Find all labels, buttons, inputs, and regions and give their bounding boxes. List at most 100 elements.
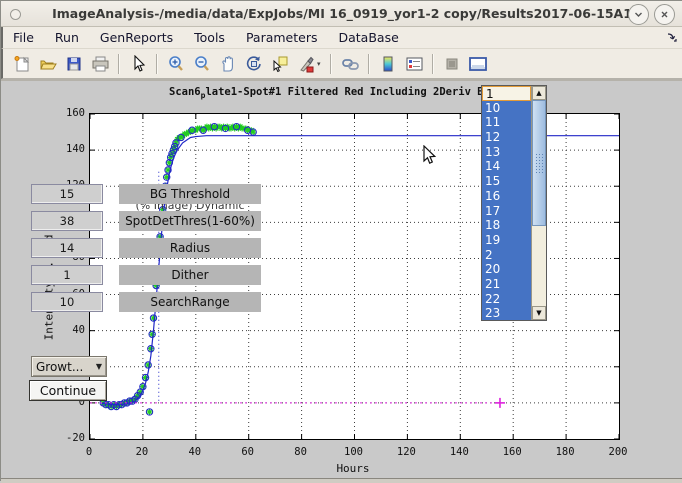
dropdown-item[interactable]: 11 bbox=[482, 115, 531, 130]
bg-threshold-input[interactable]: 15 bbox=[31, 184, 103, 204]
dropdown-item[interactable]: 12 bbox=[482, 130, 531, 145]
menu-item-parameters[interactable]: Parameters bbox=[246, 30, 318, 45]
x-tick-label: 80 bbox=[288, 446, 314, 458]
title-bar: ImageAnalysis-/media/data/ExpJobs/MI 16_… bbox=[1, 1, 682, 27]
zoom-in-button[interactable] bbox=[165, 53, 187, 75]
rotate-3d-button[interactable] bbox=[243, 53, 265, 75]
show-plot-tools-icon bbox=[468, 55, 488, 73]
insert-legend-button[interactable] bbox=[403, 53, 425, 75]
x-tick-label: 180 bbox=[552, 446, 578, 458]
y-tick-label: -20 bbox=[48, 432, 85, 444]
window-title: ImageAnalysis-/media/data/ExpJobs/MI 16_… bbox=[1, 6, 682, 21]
mouse-cursor bbox=[423, 145, 437, 165]
zoom-out-icon bbox=[193, 55, 211, 73]
app-window: ImageAnalysis-/media/data/ExpJobs/MI 16_… bbox=[0, 0, 682, 481]
new-file-button[interactable] bbox=[11, 53, 33, 75]
spotdetthres-1-60-label: SpotDetThres(1-60%) bbox=[119, 211, 261, 231]
dropdown-item[interactable]: 17 bbox=[482, 204, 531, 219]
bg-threshold-label: BG Threshold bbox=[119, 184, 261, 204]
searchrange-label: SearchRange bbox=[119, 292, 261, 312]
data-cursor-button[interactable] bbox=[269, 53, 291, 75]
dropdown-item[interactable]: 20 bbox=[482, 262, 531, 277]
spotdetthres-1-60-input[interactable]: 38 bbox=[31, 211, 103, 231]
zoom-in-icon bbox=[167, 55, 185, 73]
legend-icon bbox=[405, 55, 424, 73]
figure-area: Scan6plate1-Spot#1 Filtered Red Includin… bbox=[1, 81, 682, 478]
dropdown-item[interactable]: 14 bbox=[482, 159, 531, 174]
dropdown-item[interactable]: 19 bbox=[482, 233, 531, 248]
edit-plot-button[interactable] bbox=[127, 53, 149, 75]
save-button[interactable] bbox=[63, 53, 85, 75]
dropdown-item[interactable]: 1 bbox=[482, 86, 531, 101]
menu-bar: File Run GenReports Tools Parameters DataBase bbox=[1, 27, 682, 49]
dropdown-item[interactable]: 16 bbox=[482, 189, 531, 204]
brush-icon bbox=[298, 55, 314, 73]
zoom-out-button[interactable] bbox=[191, 53, 213, 75]
growth-dropdown-label: Growt... bbox=[36, 360, 83, 374]
window-close-button[interactable] bbox=[654, 4, 675, 25]
y-tick-label: 160 bbox=[48, 107, 85, 119]
hide-plot-tools-icon bbox=[443, 55, 461, 73]
open-file-button[interactable] bbox=[37, 53, 59, 75]
open-folder-icon bbox=[39, 55, 58, 73]
dropdown-item[interactable]: 13 bbox=[482, 145, 531, 160]
link-plots-button[interactable] bbox=[339, 53, 361, 75]
insert-colorbar-button[interactable] bbox=[377, 53, 399, 75]
dropdown-item[interactable]: 2 bbox=[482, 248, 531, 263]
dropdown-item[interactable]: 10 bbox=[482, 101, 531, 116]
listbox-scrollbar[interactable]: ▲ ▼ bbox=[531, 86, 546, 320]
menu-item-database[interactable]: DataBase bbox=[338, 30, 398, 45]
x-tick-label: 100 bbox=[341, 446, 367, 458]
toolbar-separator bbox=[118, 54, 120, 74]
save-icon bbox=[65, 55, 83, 73]
toolbar-separator bbox=[368, 54, 370, 74]
dither-label: Dither bbox=[119, 265, 261, 285]
link-icon bbox=[341, 55, 360, 73]
dropdown-item[interactable]: 22 bbox=[482, 292, 531, 307]
x-tick-label: 20 bbox=[129, 446, 155, 458]
menu-item-file[interactable]: File bbox=[13, 30, 34, 45]
close-icon bbox=[659, 9, 670, 20]
toolbar-separator bbox=[330, 54, 332, 74]
pan-button[interactable] bbox=[217, 53, 239, 75]
dither-input[interactable]: 1 bbox=[31, 265, 103, 285]
toolbar: ▾ bbox=[1, 49, 682, 79]
x-tick-label: 120 bbox=[393, 446, 419, 458]
toolbar-separator bbox=[432, 54, 434, 74]
new-file-icon bbox=[13, 55, 31, 73]
menu-item-run[interactable]: Run bbox=[55, 30, 79, 45]
scrollbar-down-button[interactable]: ▼ bbox=[532, 306, 546, 320]
radius-input[interactable]: 14 bbox=[31, 238, 103, 258]
continue-button[interactable]: Continue bbox=[29, 380, 107, 401]
window-shade-button[interactable] bbox=[628, 4, 649, 25]
scrollbar-thumb[interactable] bbox=[532, 100, 546, 226]
printer-icon bbox=[91, 55, 110, 73]
scrollbar-up-button[interactable]: ▲ bbox=[532, 86, 546, 100]
hide-plot-tools-button[interactable] bbox=[441, 53, 463, 75]
menu-item-genreports[interactable]: GenReports bbox=[100, 30, 173, 45]
dropdown-item[interactable]: 23 bbox=[482, 306, 531, 320]
listbox-items: 110111213141516171819220212223 bbox=[482, 86, 531, 320]
searchrange-input[interactable]: 10 bbox=[31, 292, 103, 312]
dropdown-item[interactable]: 18 bbox=[482, 218, 531, 233]
x-tick-label: 40 bbox=[182, 446, 208, 458]
dropdown-item[interactable]: 21 bbox=[482, 277, 531, 292]
dock-icon[interactable] bbox=[667, 32, 677, 42]
cursor-arrow-icon bbox=[130, 55, 146, 73]
hand-icon bbox=[219, 55, 237, 73]
dropdown-item[interactable]: 15 bbox=[482, 174, 531, 189]
menu-item-tools[interactable]: Tools bbox=[194, 30, 225, 45]
data-cursor-icon bbox=[271, 55, 289, 73]
brush-button[interactable] bbox=[295, 53, 317, 75]
scrollbar-grip bbox=[535, 153, 544, 175]
plot-title: Scan6plate1-Spot#1 Filtered Red Includin… bbox=[169, 86, 490, 100]
rotate-3d-icon bbox=[245, 55, 263, 73]
x-tick-label: 140 bbox=[446, 446, 472, 458]
window-icon bbox=[10, 9, 21, 20]
print-button[interactable] bbox=[89, 53, 111, 75]
spot-number-listbox: 110111213141516171819220212223 ▲ ▼ bbox=[481, 85, 547, 321]
chevron-down-icon bbox=[633, 9, 644, 20]
brush-dropdown-caret[interactable]: ▾ bbox=[317, 60, 325, 68]
growth-dropdown-button[interactable]: Growt... ▼ bbox=[31, 356, 107, 377]
show-plot-tools-button[interactable] bbox=[467, 53, 489, 75]
